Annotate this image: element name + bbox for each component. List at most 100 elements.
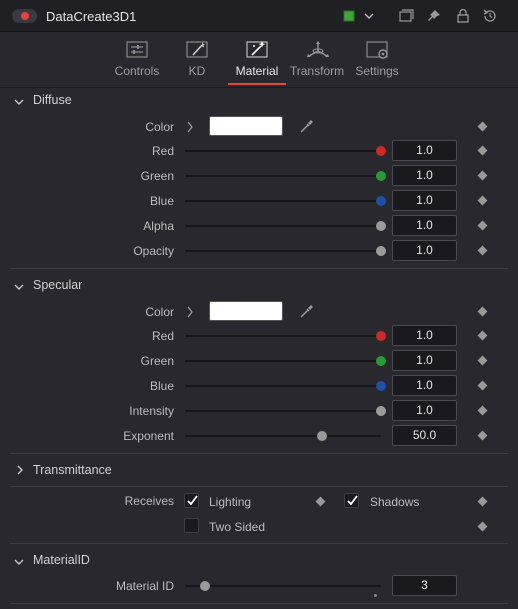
eyedropper-icon[interactable] bbox=[299, 303, 315, 322]
eyedropper-icon[interactable] bbox=[299, 118, 315, 137]
specular-intensity-row: Intensity 1.0 bbox=[0, 399, 518, 423]
slider-knob[interactable] bbox=[376, 196, 386, 206]
slider-knob[interactable] bbox=[376, 356, 386, 366]
section-materialid[interactable]: MaterialID bbox=[0, 549, 518, 571]
tab-label: Material bbox=[235, 64, 279, 78]
slider-track[interactable] bbox=[185, 250, 381, 252]
two-sided-label: Two Sided bbox=[209, 520, 266, 534]
tab-controls[interactable]: Controls bbox=[106, 32, 168, 88]
lock-icon[interactable] bbox=[455, 8, 471, 27]
value-field[interactable]: 1.0 bbox=[392, 350, 457, 371]
slider-track[interactable] bbox=[185, 150, 381, 152]
param-label: Red bbox=[151, 144, 174, 158]
keyframe-diamond-icon[interactable] bbox=[477, 306, 488, 317]
reset-icon[interactable] bbox=[482, 8, 498, 27]
tab-label: Controls bbox=[114, 64, 160, 78]
value-field[interactable]: 1.0 bbox=[392, 215, 457, 236]
slider-track[interactable] bbox=[185, 225, 381, 227]
slider-track[interactable] bbox=[185, 175, 381, 177]
keyframe-diamond-icon[interactable] bbox=[477, 521, 488, 532]
keyframe-diamond-icon[interactable] bbox=[477, 121, 488, 132]
chevron-down-icon bbox=[14, 280, 24, 294]
slider-track[interactable] bbox=[185, 585, 381, 587]
tab-label: Settings bbox=[355, 64, 399, 78]
specular-blue-row: Blue 1.0 bbox=[0, 374, 518, 398]
slider-knob[interactable] bbox=[317, 431, 328, 441]
keyframe-diamond-icon[interactable] bbox=[477, 170, 488, 181]
keyframe-diamond-icon[interactable] bbox=[477, 195, 488, 206]
tab-kd[interactable]: KD bbox=[166, 32, 228, 88]
keyframe-diamond-icon[interactable] bbox=[477, 220, 488, 231]
keyframe-diamond-icon[interactable] bbox=[477, 330, 488, 341]
slider-knob[interactable] bbox=[376, 381, 386, 391]
shadows-checkbox[interactable] bbox=[344, 493, 359, 508]
slider-track[interactable] bbox=[185, 435, 381, 437]
section-diffuse[interactable]: Diffuse bbox=[0, 89, 518, 111]
param-label: Blue bbox=[149, 194, 174, 208]
keyframe-diamond-icon[interactable] bbox=[477, 355, 488, 366]
keyframe-diamond-icon[interactable] bbox=[477, 380, 488, 391]
color-swatch[interactable] bbox=[209, 116, 283, 136]
keyframe-diamond-icon[interactable] bbox=[315, 496, 326, 507]
node-enable-toggle[interactable] bbox=[12, 9, 37, 23]
chevron-right-icon[interactable] bbox=[186, 121, 194, 136]
value-field[interactable]: 1.0 bbox=[392, 375, 457, 396]
value-field[interactable]: 1.0 bbox=[392, 165, 457, 186]
slider-track[interactable] bbox=[185, 335, 381, 337]
axes-icon bbox=[306, 40, 330, 63]
param-label: Red bbox=[151, 329, 174, 343]
slider-track[interactable] bbox=[185, 385, 381, 387]
specular-green-row: Green 1.0 bbox=[0, 349, 518, 373]
inspector-header: DataCreate3D1 bbox=[0, 0, 518, 32]
section-specular[interactable]: Specular bbox=[0, 274, 518, 296]
section-title: Transmittance bbox=[33, 463, 112, 477]
value-field[interactable]: 50.0 bbox=[392, 425, 457, 446]
tab-settings[interactable]: Settings bbox=[346, 32, 408, 88]
color-chip-dropdown[interactable] bbox=[343, 9, 377, 26]
slider-knob[interactable] bbox=[376, 331, 386, 341]
chevron-right-icon bbox=[16, 464, 24, 478]
gear-monitor-icon bbox=[366, 40, 390, 63]
color-label: Color bbox=[145, 120, 174, 134]
slider-knob[interactable] bbox=[376, 171, 386, 181]
section-transmittance[interactable]: Transmittance bbox=[0, 459, 518, 481]
lighting-checkbox[interactable] bbox=[184, 493, 199, 508]
value-field[interactable]: 3 bbox=[392, 575, 457, 596]
slider-knob[interactable] bbox=[376, 146, 386, 156]
slider-knob[interactable] bbox=[376, 406, 386, 416]
keyframe-diamond-icon[interactable] bbox=[477, 245, 488, 256]
keyframe-diamond-icon[interactable] bbox=[477, 405, 488, 416]
param-label: Opacity bbox=[133, 244, 174, 258]
keyframe-diamond-icon[interactable] bbox=[477, 430, 488, 441]
value-field[interactable]: 1.0 bbox=[392, 240, 457, 261]
two-sided-checkbox[interactable] bbox=[184, 518, 199, 533]
tab-material[interactable]: Material bbox=[226, 32, 288, 88]
param-label: Intensity bbox=[129, 404, 174, 418]
slider-knob[interactable] bbox=[376, 221, 386, 231]
value-field[interactable]: 1.0 bbox=[392, 400, 457, 421]
slider-knob[interactable] bbox=[376, 246, 386, 256]
section-title: Specular bbox=[33, 278, 83, 292]
param-label: Exponent bbox=[123, 429, 174, 443]
slider-track[interactable] bbox=[185, 410, 381, 412]
inspector-tabs: Controls KD Material Transform Settings bbox=[0, 32, 518, 88]
value-field[interactable]: 1.0 bbox=[392, 140, 457, 161]
versions-icon[interactable] bbox=[398, 8, 414, 27]
slider-knob[interactable] bbox=[199, 581, 210, 591]
slider-track[interactable] bbox=[185, 200, 381, 202]
value-field[interactable]: 1.0 bbox=[392, 325, 457, 346]
tab-transform[interactable]: Transform bbox=[286, 32, 348, 88]
slider-default-marker bbox=[374, 594, 377, 597]
keyframe-diamond-icon[interactable] bbox=[477, 145, 488, 156]
slider-track[interactable] bbox=[185, 360, 381, 362]
chevron-down-icon bbox=[14, 95, 24, 109]
param-label: Green bbox=[140, 169, 174, 183]
color-swatch[interactable] bbox=[209, 301, 283, 321]
chevron-down-icon bbox=[14, 555, 24, 569]
pin-icon[interactable] bbox=[426, 8, 442, 27]
value-field[interactable]: 1.0 bbox=[392, 190, 457, 211]
keyframe-diamond-icon[interactable] bbox=[477, 496, 488, 507]
receives-label: Receives bbox=[124, 494, 174, 508]
tab-label: KD bbox=[188, 64, 206, 78]
chevron-right-icon[interactable] bbox=[186, 306, 194, 321]
